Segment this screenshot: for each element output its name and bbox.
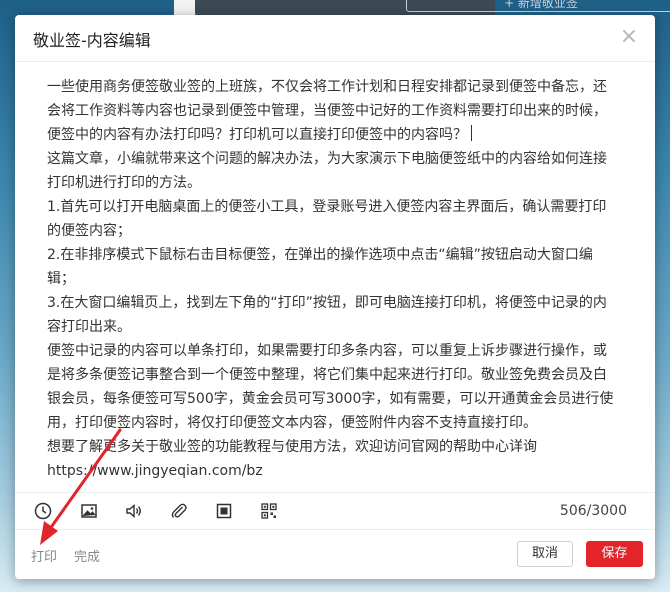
- content-paragraph: 1.首先可以打开电脑桌面上的便签小工具，登录账号进入便签内容主界面后，确认需要打…: [47, 199, 607, 239]
- content-paragraph: 这篇文章，小编就带来这个问题的解决办法，为大家演示下电脑便签纸中的内容给如何连接…: [47, 151, 607, 191]
- content-edit-dialog: 敬业签-内容编辑 × 一些使用商务便签敬业签的上班族，不仅会将工作计划和日程安排…: [15, 15, 655, 579]
- content-paragraph: 便签中记录的内容可以单条打印，如果需要打印多条内容，可以重复上诉步骤进行操作，或…: [47, 343, 614, 431]
- content-paragraph: 一些使用商务便签敬业签的上班族，不仅会将工作计划和日程安排都记录到便签中备忘，还…: [47, 79, 607, 143]
- note-content-editor[interactable]: 一些使用商务便签敬业签的上班族，不仅会将工作计划和日程安排都记录到便签中备忘，还…: [47, 75, 617, 487]
- done-button[interactable]: 完成: [74, 546, 100, 565]
- character-counter: 506/3000: [559, 503, 627, 519]
- content-paragraph: 2.在非排序模式下鼠标右击目标便签，在弹出的操作选项中点击“编辑”按钮启动大窗口…: [47, 247, 593, 287]
- clock-icon[interactable]: [33, 501, 53, 521]
- dialog-header: 敬业签-内容编辑 ×: [15, 15, 655, 62]
- attachment-icon[interactable]: [169, 501, 189, 521]
- audio-icon[interactable]: [124, 501, 144, 521]
- save-button[interactable]: 保存: [586, 541, 643, 567]
- content-paragraph: 想要了解更多关于敬业签的功能教程与使用方法，欢迎访问官网的帮助中心详询https…: [47, 439, 537, 479]
- dialog-title: 敬业签-内容编辑: [33, 31, 151, 50]
- print-button[interactable]: 打印: [31, 546, 57, 565]
- content-paragraph: 3.在大窗口编辑页上，找到左下角的“打印”按钮，即可电脑连接打印机，将便签中记录…: [47, 295, 607, 335]
- background-window-edge: [174, 0, 196, 16]
- stop-icon[interactable]: [214, 501, 234, 521]
- dialog-footer: 打印 完成 取消 保存: [15, 530, 655, 579]
- background-add-note-button: + 新增敬业签: [406, 0, 670, 12]
- qrcode-icon[interactable]: [259, 501, 279, 521]
- cancel-button[interactable]: 取消: [517, 541, 573, 567]
- text-caret: [471, 125, 472, 141]
- image-icon[interactable]: [79, 501, 99, 521]
- background-note-panel: + 新增敬业签: [195, 0, 670, 16]
- close-icon[interactable]: ×: [619, 26, 639, 48]
- editor-toolbar: 506/3000: [15, 492, 655, 530]
